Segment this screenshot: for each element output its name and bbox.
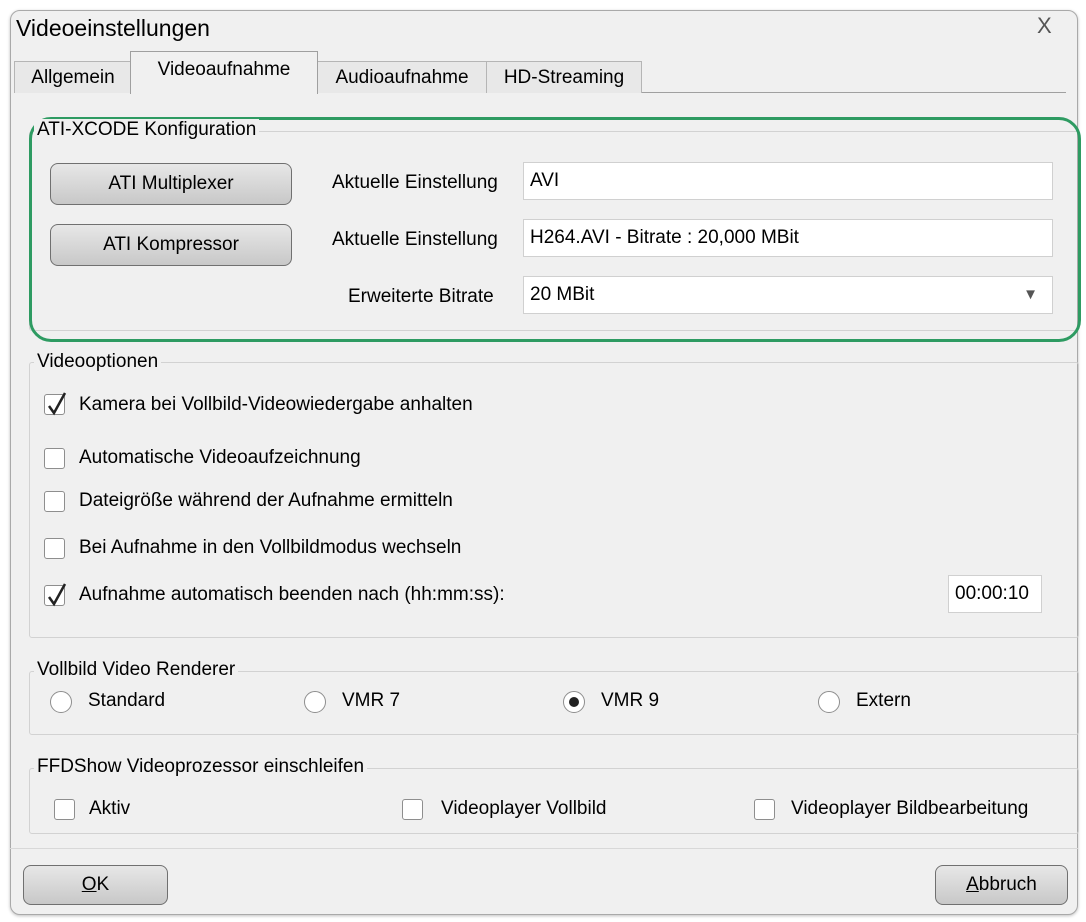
footer-divider [10,848,1078,849]
label-auto-beenden: Aufnahme automatisch beenden nach (hh:mm… [79,584,505,605]
tab-audioaufnahme[interactable]: Audioaufnahme [317,61,487,93]
check-icon [47,583,67,607]
tab-videoaufnahme[interactable]: Videoaufnahme [130,51,318,94]
radio-vmr9[interactable] [563,691,585,713]
tab-allgemein[interactable]: Allgemein [14,61,132,93]
current-setting-field-1[interactable]: AVI [523,162,1053,200]
current-setting-label-2: Aktuelle Einstellung [332,229,498,250]
renderer-legend: Vollbild Video Renderer [34,659,239,681]
check-icon [47,392,67,416]
checkbox-auto-beenden[interactable] [44,583,67,607]
label-kamera-anhalten: Kamera bei Vollbild-Videowiedergabe anha… [79,394,473,415]
label-ffdshow-aktiv: Aktiv [89,798,131,819]
checkbox-kamera-anhalten[interactable] [44,392,67,416]
checkbox-auto-videoaufzeichnung[interactable] [44,448,65,469]
radio-extern[interactable] [818,691,840,713]
ffdshow-legend: FFDShow Videoprozessor einschleifen [34,756,368,778]
label-vmr7: VMR 7 [342,690,401,711]
label-videoplayer-bildbearbeitung: Videoplayer Bildbearbeitung [791,798,1029,819]
dialog-title: Videoeinstellungen [16,15,210,41]
label-videoplayer-vollbild: Videoplayer Vollbild [441,798,607,819]
cancel-mnemonic: A [966,874,979,895]
ok-button[interactable]: OK [23,865,168,905]
ok-label: K [96,874,110,895]
label-auto-videoaufzeichnung: Automatische Videoaufzeichnung [79,447,361,468]
radio-vmr7[interactable] [304,691,326,713]
bitrate-dropdown[interactable]: 20 MBit ▼ [523,276,1053,314]
radio-standard[interactable] [50,691,72,713]
bitrate-value: 20 MBit [530,284,595,305]
checkbox-videoplayer-bildbearbeitung[interactable] [754,799,775,820]
ati-multiplexer-button[interactable]: ATI Multiplexer [50,163,292,205]
videooptionen-legend: Videooptionen [34,351,162,373]
current-setting-label-1: Aktuelle Einstellung [332,172,498,193]
current-setting-field-2[interactable]: H264.AVI - Bitrate : 20,000 MBit [523,219,1053,257]
chevron-down-icon: ▼ [1023,286,1038,303]
label-vollbildmodus: Bei Aufnahme in den Vollbildmodus wechse… [79,537,462,558]
ati-kompressor-button[interactable]: ATI Kompressor [50,224,292,266]
checkbox-dateigroesse[interactable] [44,491,65,512]
ok-mnemonic: O [81,874,97,895]
bitrate-label: Erweiterte Bitrate [348,286,494,307]
stop-after-time-input[interactable]: 00:00:10 [948,575,1042,613]
cancel-button[interactable]: Abbruch [935,865,1068,905]
label-standard: Standard [88,690,166,711]
label-vmr9: VMR 9 [601,690,660,711]
checkbox-ffdshow-aktiv[interactable] [54,799,75,820]
label-extern: Extern [856,690,911,711]
tab-hd-streaming[interactable]: HD-Streaming [486,61,642,93]
checkbox-videoplayer-vollbild[interactable] [402,799,423,820]
label-dateigroesse: Dateigröße während der Aufnahme ermittel… [79,490,453,511]
cancel-label: bbruch [978,874,1037,895]
close-icon[interactable]: X [1037,13,1052,39]
checkbox-vollbildmodus[interactable] [44,538,65,559]
ati-legend: ATI-XCODE Konfiguration [34,119,260,141]
radio-selected-dot [569,697,579,707]
